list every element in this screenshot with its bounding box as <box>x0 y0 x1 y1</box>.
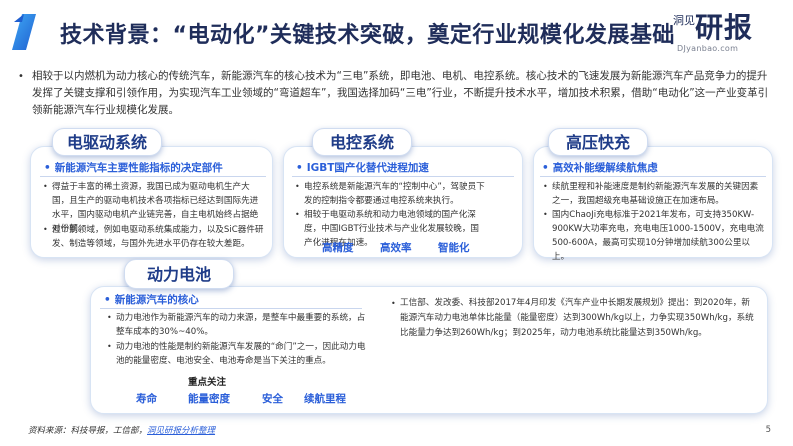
battery-subhead: • 新能源汽车的核心 <box>104 294 199 306</box>
logo-small-text: 洞见 <box>673 14 695 27</box>
charging-para-1: • 续航里程和补能速度是制约新能源汽车发展的关键因素之一，我国超级充电基础设施正在… <box>543 182 759 206</box>
battery-focus-label: 重点关注 <box>188 377 227 388</box>
control-subhead: • IGBT国产化替代进程加速 <box>296 162 429 174</box>
charging-subhead-text: 高效补能缓解续航焦虑 <box>552 162 658 174</box>
control-subhead-text: IGBT国产化替代进程加速 <box>306 162 429 174</box>
charging-para-2: • 国内ChaoJi充电标准于2021年发布，可支持350KW-900KW大功率充… <box>543 210 764 262</box>
battery-para-1: • 动力电池作为新能源汽车的动力来源，是整车中最重要的系统，占整车成本的30%~4… <box>107 313 366 337</box>
battery-para-2: • 动力电池的性能是制约新能源汽车发展的“命门”之一，因此动力电池的能量密度、电池… <box>107 342 366 366</box>
page-title: 技术背景：“电动化”关键技术突破，奠定行业规模化发展基础 <box>60 23 675 48</box>
source-prefix: 资料来源：科技导报，工信部， <box>28 426 148 436</box>
control-divider <box>292 176 514 177</box>
motor-subhead: • 新能源汽车主要性能指标的决定部件 <box>44 162 223 174</box>
section-number-badge <box>12 14 36 50</box>
battery-focus-1: 寿命 <box>136 393 157 405</box>
intro-text: 相较于以内燃机为动力核心的传统汽车，新能源汽车的核心技术为“三电”系统，即电池、… <box>32 70 769 116</box>
brand-logo: 洞见 研报 DJyanbao.com <box>673 12 783 54</box>
charging-divider <box>540 176 766 177</box>
control-para-1: • 电控系统是新能源汽车的“控制中心”，驾驶员下发的控制指令都要通过电控系统来执行… <box>295 182 485 206</box>
intro-bullet: • <box>18 71 24 82</box>
motor-divider <box>40 176 266 177</box>
logo-url: DJyanbao.com <box>677 44 739 53</box>
intro-paragraph: • 相较于以内燃机为动力核心的传统汽车，新能源汽车的核心技术为“三电”系统，即电… <box>18 68 772 119</box>
control-keyword-3: 智能化 <box>438 242 470 254</box>
charging-tag: 高压快充 <box>548 128 648 156</box>
battery-focus-2: 能量密度 <box>188 393 230 405</box>
battery-policy-para: • 工信部、发改委、科技部2017年4月印发《汽车产业中长期发展规划》提出：到20… <box>391 298 754 338</box>
source-link[interactable]: 洞见研报分析整理 <box>147 426 215 436</box>
motor-subhead-text: 新能源汽车主要性能指标的决定部件 <box>54 162 223 174</box>
battery-subhead-text: 新能源汽车的核心 <box>114 294 199 306</box>
page-number: 5 <box>765 425 771 435</box>
logo-big-text: 研报 <box>695 11 754 44</box>
battery-tag: 动力电池 <box>124 259 234 289</box>
control-tag: 电控系统 <box>312 128 412 156</box>
motor-para-2: • 但个别领域，例如电驱动系统集成能力，以及SiC器件研发、制造等领域，与国外先进… <box>43 225 264 249</box>
source-note: 资料来源：科技导报，工信部，洞见研报分析整理 <box>28 424 215 436</box>
motor-tag: 电驱动系统 <box>52 128 162 156</box>
control-keyword-2: 高效率 <box>380 242 412 254</box>
battery-focus-3: 安全 <box>262 393 283 405</box>
battery-focus-4: 续航里程 <box>304 393 346 405</box>
battery-divider <box>100 308 362 309</box>
control-keyword-1: 高精度 <box>322 242 354 254</box>
charging-subhead: • 高效补能缓解续航焦虑 <box>542 162 658 174</box>
